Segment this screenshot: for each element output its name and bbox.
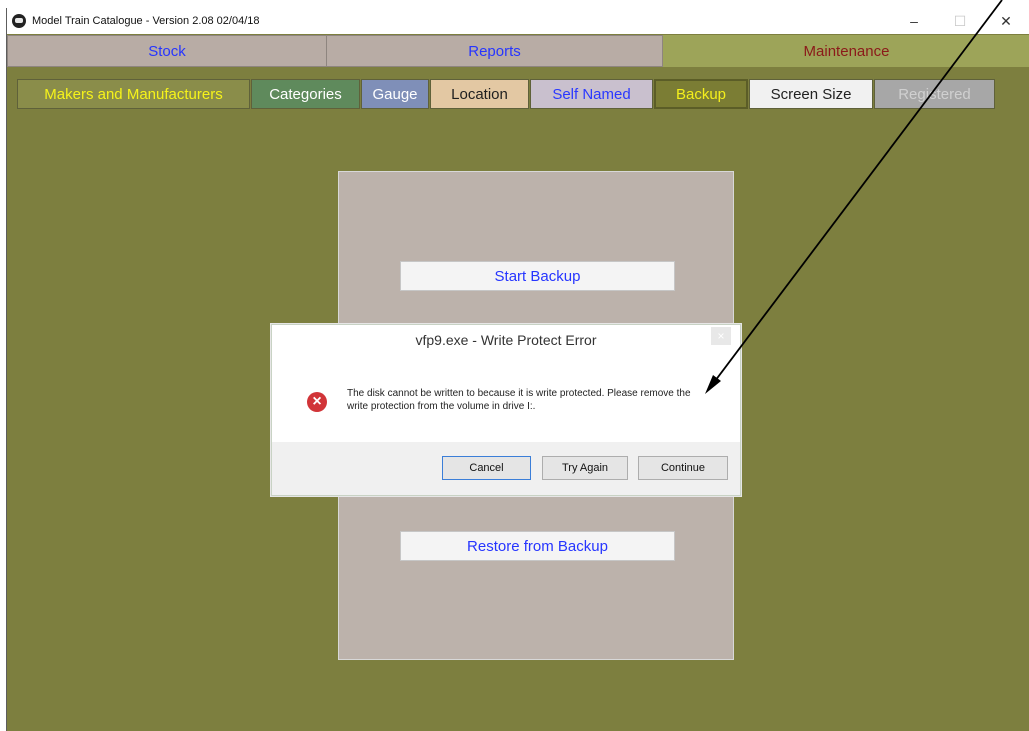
subtab-backup[interactable]: Backup: [654, 79, 748, 109]
write-protect-error-dialog: vfp9.exe - Write Protect Error × × The d…: [271, 324, 741, 496]
start-backup-button[interactable]: Start Backup: [400, 261, 675, 291]
subtab-categories[interactable]: Categories: [251, 79, 360, 109]
subtab-location[interactable]: Location: [430, 79, 529, 109]
main-tab-bar: Stock Reports Maintenance: [7, 35, 1029, 67]
error-icon: ×: [307, 392, 327, 412]
try-again-button[interactable]: Try Again: [542, 456, 628, 480]
dialog-button-bar: Cancel Try Again Continue: [272, 442, 740, 495]
minimize-button[interactable]: –: [891, 8, 937, 34]
subtab-gauge[interactable]: Gauge: [361, 79, 429, 109]
close-button[interactable]: ✕: [983, 8, 1029, 34]
continue-button[interactable]: Continue: [638, 456, 728, 480]
title-bar: Model Train Catalogue - Version 2.08 02/…: [7, 8, 1029, 34]
maximize-button[interactable]: ☐: [937, 8, 983, 34]
window-title: Model Train Catalogue - Version 2.08 02/…: [32, 15, 260, 27]
tab-stock[interactable]: Stock: [7, 35, 327, 67]
cancel-button[interactable]: Cancel: [442, 456, 531, 480]
app-icon: [12, 14, 26, 28]
subtab-self-named[interactable]: Self Named: [530, 79, 653, 109]
tab-reports[interactable]: Reports: [327, 35, 663, 67]
dialog-message: The disk cannot be written to because it…: [347, 388, 691, 412]
dialog-close-button[interactable]: ×: [711, 327, 731, 345]
subtab-screen-size[interactable]: Screen Size: [749, 79, 873, 109]
tab-maintenance[interactable]: Maintenance: [663, 35, 1029, 67]
maintenance-sub-tabs: Makers and Manufacturers Categories Gaug…: [17, 79, 996, 109]
window-controls: – ☐ ✕: [891, 8, 1029, 34]
subtab-makers-and-manufacturers[interactable]: Makers and Manufacturers: [17, 79, 250, 109]
dialog-title: vfp9.exe - Write Protect Error: [415, 332, 597, 348]
restore-from-backup-button[interactable]: Restore from Backup: [400, 531, 675, 561]
subtab-registered[interactable]: Registered: [874, 79, 995, 109]
